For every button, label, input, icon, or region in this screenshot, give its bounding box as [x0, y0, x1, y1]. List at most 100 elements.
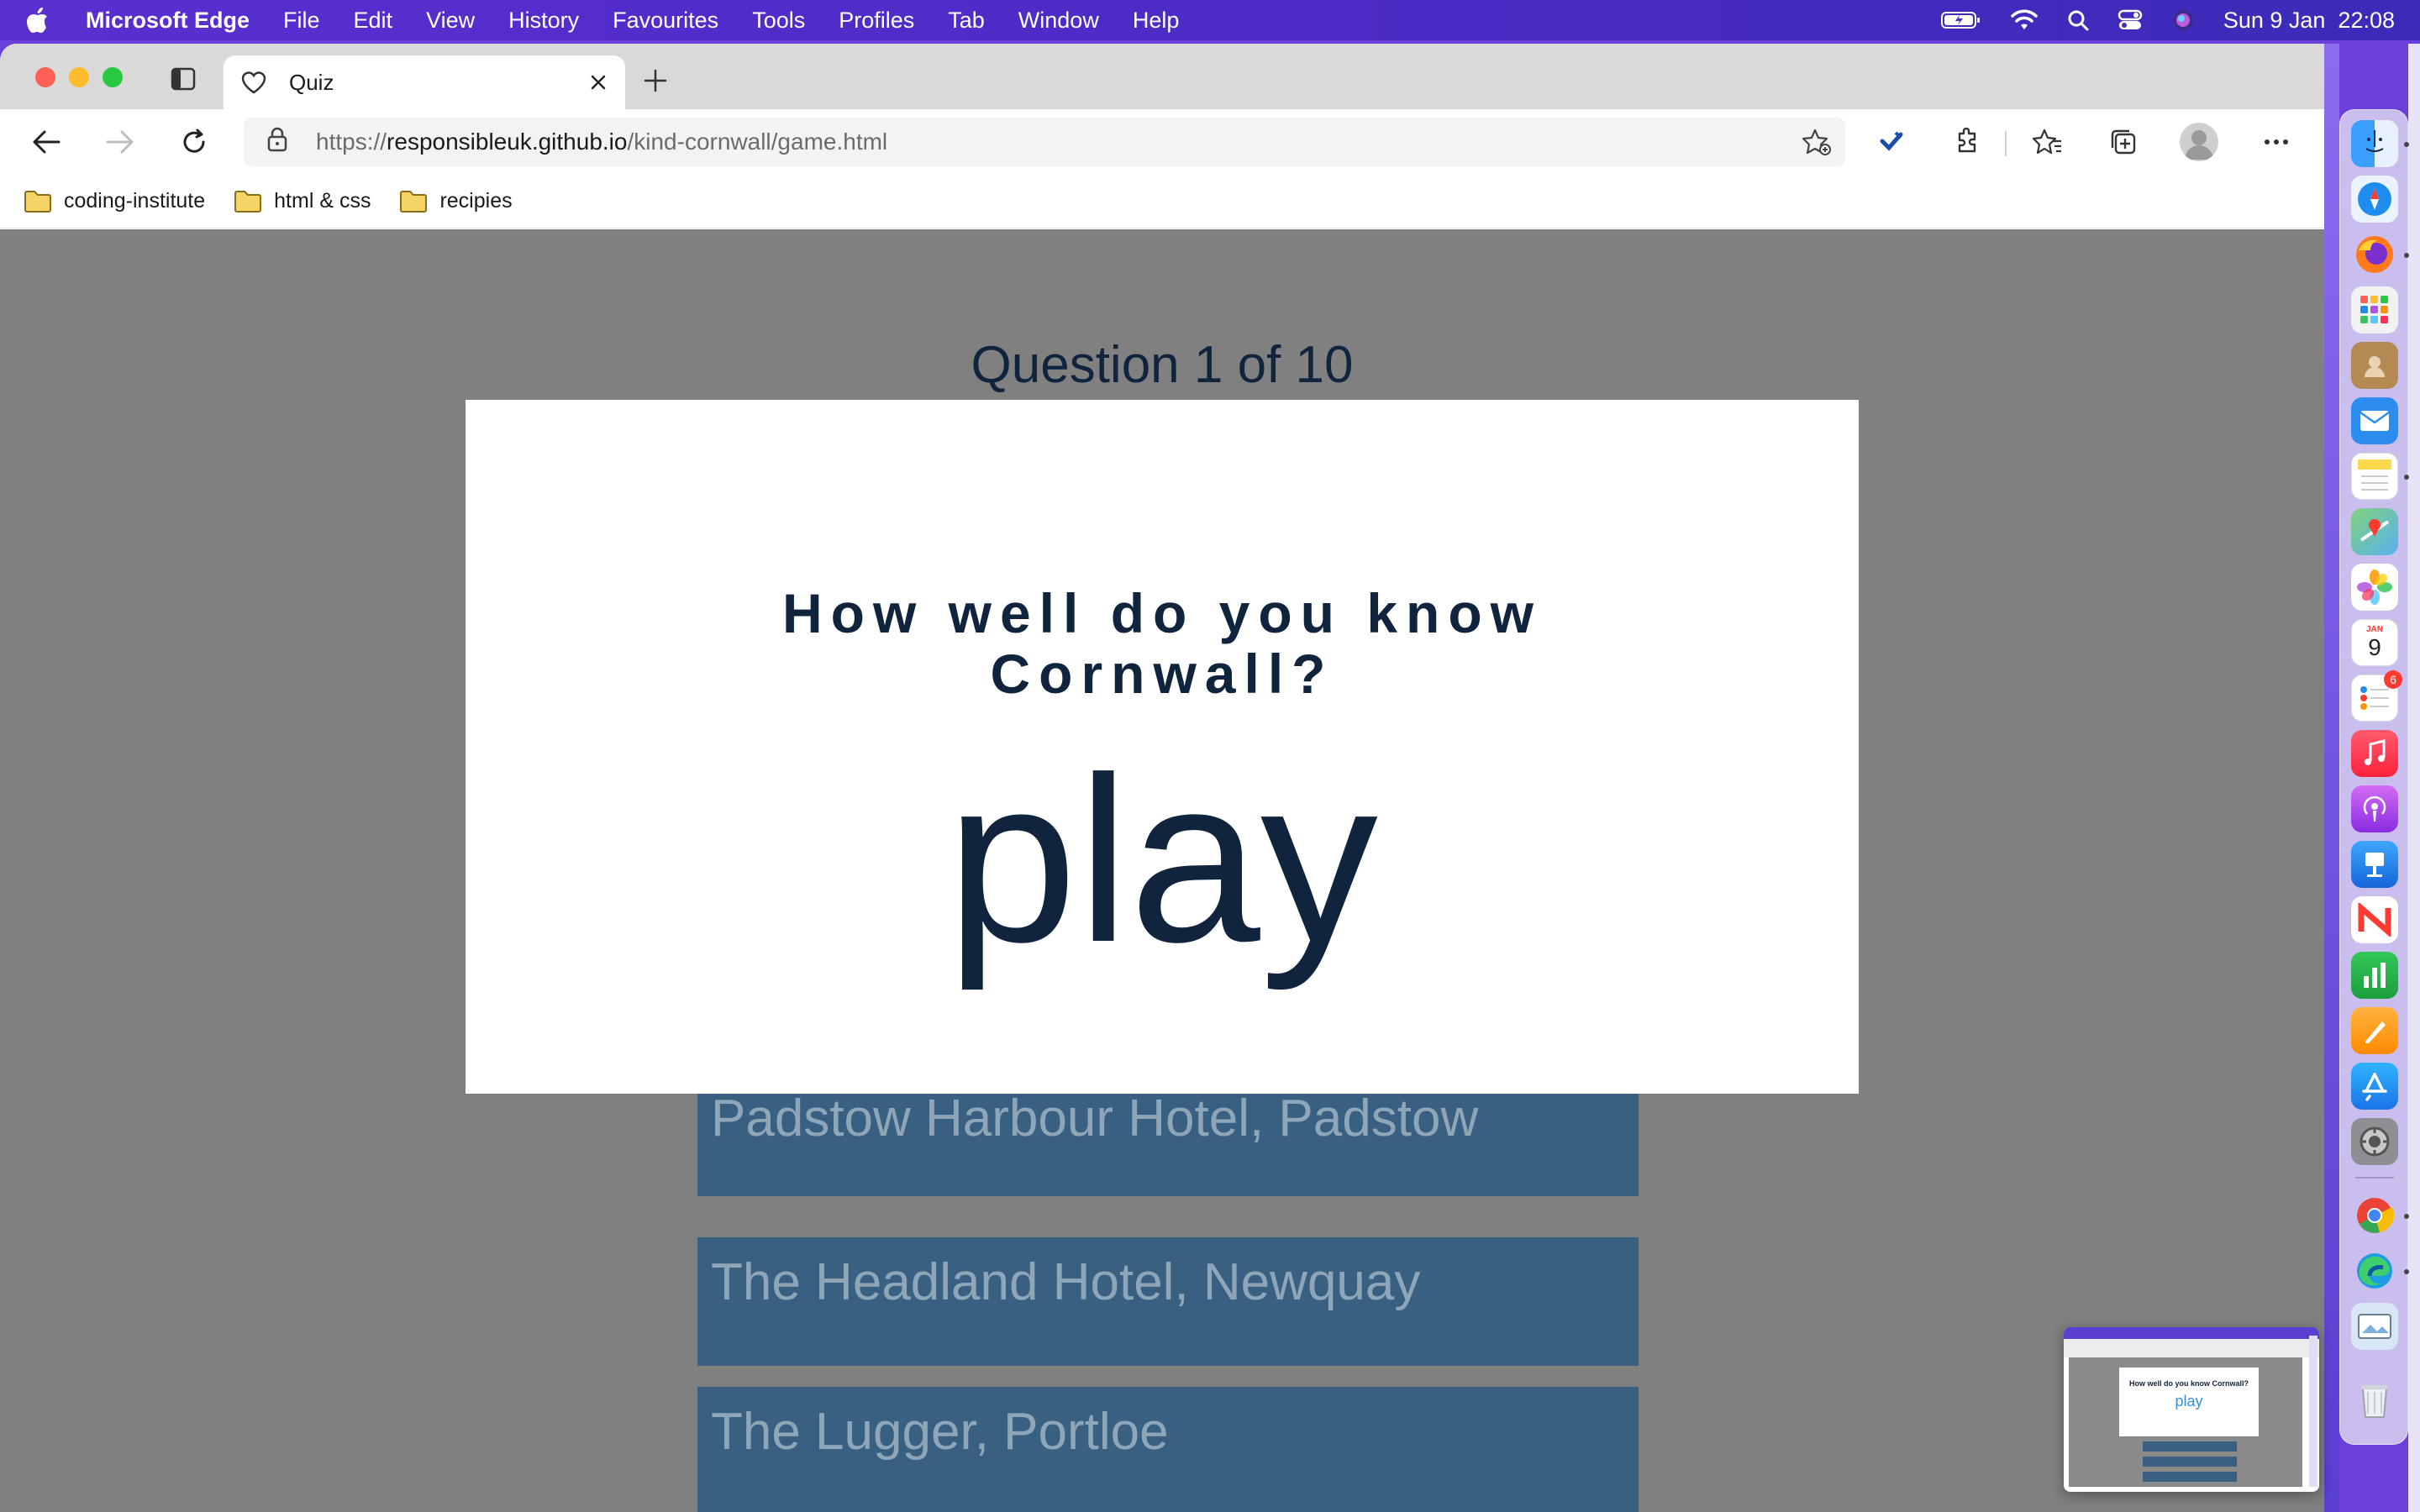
thumb-play: play: [2175, 1393, 2203, 1410]
siri-icon[interactable]: [2171, 8, 2195, 32]
menu-favourites[interactable]: Favourites: [613, 8, 718, 34]
close-window-button[interactable]: [35, 67, 55, 87]
app-store-icon[interactable]: [2351, 1063, 2398, 1110]
preview-icon[interactable]: [2351, 1303, 2398, 1350]
menu-tools[interactable]: Tools: [752, 8, 805, 34]
menu-history[interactable]: History: [508, 8, 579, 34]
menu-window[interactable]: Window: [1018, 8, 1099, 34]
minimize-window-button[interactable]: [69, 67, 89, 87]
thumb-page: How well do you know Cornwall? play: [2069, 1357, 2302, 1487]
url-text[interactable]: https://responsibleuk.github.io/kind-cor…: [316, 129, 887, 155]
favourites-icon[interactable]: [2028, 123, 2067, 161]
menu-bar: Microsoft Edge File Edit View History Fa…: [0, 0, 2420, 40]
headline-line-2: Cornwall?: [990, 643, 1334, 705]
tab-quiz[interactable]: Quiz: [224, 55, 625, 109]
new-tab-icon[interactable]: [637, 62, 674, 99]
thumb-answer: [2143, 1457, 2237, 1467]
apple-menu-icon[interactable]: [25, 7, 69, 34]
menu-profiles[interactable]: Profiles: [839, 8, 914, 34]
bookmark-folder-coding-institute[interactable]: coding-institute: [24, 189, 205, 213]
dock: JAN 9 6: [2339, 109, 2409, 1445]
safari-icon[interactable]: [2351, 176, 2398, 223]
running-indicator: [2404, 253, 2409, 258]
menu-file[interactable]: File: [283, 8, 320, 34]
extension-pin-icon[interactable]: [1872, 123, 1911, 161]
collections-icon[interactable]: [2104, 123, 2143, 161]
address-bar[interactable]: https://responsibleuk.github.io/kind-cor…: [244, 118, 1845, 166]
thumb-answer: [2143, 1472, 2237, 1482]
system-preferences-icon[interactable]: [2351, 1118, 2398, 1165]
notification-badge: 6: [2384, 670, 2402, 689]
profile-avatar-icon[interactable]: [2180, 123, 2218, 161]
running-indicator: [2404, 142, 2409, 147]
folder-icon: [400, 190, 428, 213]
menu-tab[interactable]: Tab: [948, 8, 985, 34]
notes-icon[interactable]: [2351, 453, 2398, 500]
tab-actions-icon[interactable]: [166, 62, 200, 96]
modal-headline: How well do you know Cornwall?: [782, 583, 1542, 704]
heart-icon: [240, 71, 274, 94]
page-viewport: Question 1 of 10 Padstow Harbour Hotel, …: [0, 229, 2324, 1512]
battery-icon[interactable]: [1940, 11, 1981, 29]
news-icon[interactable]: [2351, 896, 2398, 943]
bookmark-folder-html-css[interactable]: html & css: [234, 189, 371, 213]
keynote-icon[interactable]: [2351, 841, 2398, 888]
wifi-icon[interactable]: [2010, 9, 2039, 31]
bookmark-label: recipies: [439, 189, 513, 213]
photos-icon[interactable]: [2351, 564, 2398, 611]
thumb-answer: [2143, 1441, 2237, 1452]
bookmark-label: html & css: [274, 189, 371, 213]
zoom-window-button[interactable]: [103, 67, 123, 87]
thumb-menubar: [2064, 1327, 2319, 1339]
folder-icon: [234, 190, 262, 213]
launchpad-icon[interactable]: [2351, 286, 2398, 333]
thumb-modal: How well do you know Cornwall? play: [2119, 1368, 2259, 1436]
reminders-icon[interactable]: 6: [2351, 670, 2402, 722]
folder-icon: [24, 190, 51, 213]
tab-title: Quiz: [289, 69, 334, 95]
running-indicator: [2404, 475, 2409, 480]
edge-icon[interactable]: [2351, 1247, 2398, 1294]
answer-option-3[interactable]: The Lugger, Portloe: [697, 1387, 1639, 1512]
contacts-icon[interactable]: [2351, 342, 2398, 389]
answer-option-2[interactable]: The Headland Hotel, Newquay: [697, 1237, 1639, 1366]
spotlight-search-icon[interactable]: [2067, 9, 2089, 31]
chrome-icon[interactable]: [2351, 1192, 2398, 1239]
finder-icon[interactable]: [2351, 120, 2398, 167]
close-tab-icon[interactable]: [580, 64, 617, 101]
forward-arrow-icon[interactable]: [101, 123, 139, 161]
podcasts-icon[interactable]: [2351, 785, 2398, 832]
play-button[interactable]: play: [946, 743, 1378, 978]
thumb-chrome: [2064, 1339, 2319, 1357]
back-arrow-icon[interactable]: [27, 123, 66, 161]
calendar-day: 9: [2368, 634, 2381, 660]
mail-icon[interactable]: [2351, 397, 2398, 444]
numbers-icon[interactable]: [2351, 952, 2398, 999]
trash-icon[interactable]: [2351, 1377, 2398, 1424]
menu-view[interactable]: View: [426, 8, 475, 34]
add-favourite-icon[interactable]: [1802, 128, 1832, 162]
firefox-icon[interactable]: [2351, 231, 2398, 278]
menu-edit[interactable]: Edit: [354, 8, 393, 34]
extensions-icon[interactable]: [1948, 123, 1986, 161]
start-modal: How well do you know Cornwall? play: [466, 400, 1859, 1094]
question-counter: Question 1 of 10: [971, 336, 1354, 394]
window-preview-thumbnail[interactable]: How well do you know Cornwall? play: [2064, 1327, 2319, 1492]
maps-icon[interactable]: [2351, 508, 2398, 555]
browser-toolbar: https://responsibleuk.github.io/kind-cor…: [0, 109, 2324, 175]
toolbar-divider: [2005, 131, 2007, 156]
music-icon[interactable]: [2351, 730, 2398, 777]
clock[interactable]: Sun 9 Jan 22:08: [2223, 8, 2395, 34]
calendar-icon[interactable]: JAN 9: [2351, 619, 2398, 666]
more-options-icon[interactable]: [2257, 123, 2296, 161]
refresh-icon[interactable]: [175, 123, 213, 161]
desktop-edge: [2408, 44, 2420, 1512]
dock-separator: [2355, 1177, 2394, 1179]
bookmark-folder-recipies[interactable]: recipies: [399, 189, 513, 213]
menu-help[interactable]: Help: [1133, 8, 1180, 34]
pages-icon[interactable]: [2351, 1007, 2398, 1054]
control-center-icon[interactable]: [2118, 9, 2143, 31]
menu-app-name[interactable]: Microsoft Edge: [86, 8, 250, 34]
browser-window: Quiz https://responsibleuk.github.io/kin…: [0, 44, 2324, 1512]
lock-icon[interactable]: [267, 127, 296, 158]
